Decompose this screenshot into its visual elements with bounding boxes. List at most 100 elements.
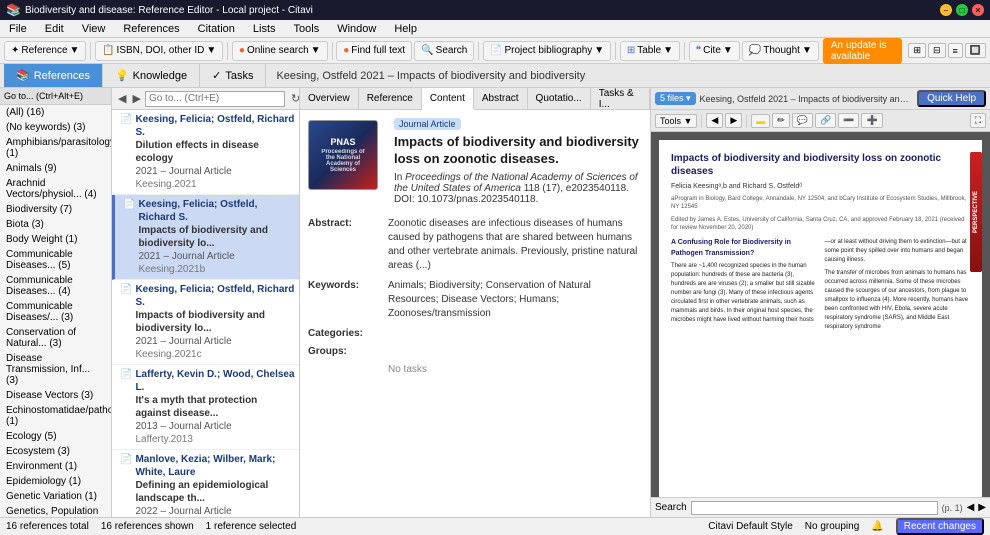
keyword-conservation[interactable]: Conservation of Natural... (3) — [0, 325, 111, 351]
toolbar-extra-3[interactable]: ≡ — [948, 43, 963, 58]
tab-content[interactable]: Content — [422, 88, 474, 110]
ref-item-1[interactable]: 📄 Keesing, Felicia; Ostfeld, Richard S. … — [112, 110, 299, 195]
nav-right-icon[interactable]: ▶ — [978, 502, 986, 513]
bell-icon: 🔔 — [871, 521, 883, 532]
keyword-disease-transmission[interactable]: Disease Transmission, Inf... (3) — [0, 351, 111, 388]
keyword-disease-vectors[interactable]: Disease Vectors (3) — [0, 388, 111, 403]
ref-item-2[interactable]: 📄 Keesing, Felicia; Ostfeld, Richard S. … — [112, 195, 299, 280]
pdf-section2-text: The transfer of microbes from animals to… — [825, 269, 971, 332]
keyword-arachnid[interactable]: Arachnid Vectors/physiol... (4) — [0, 176, 111, 202]
pdf-page: PERSPECTIVE Impacts of biodiversity and … — [659, 140, 982, 497]
ref-item-5[interactable]: 📄 Manlove, Kezia; Wilber, Mark; White, L… — [112, 450, 299, 520]
categories-row: Categories: — [308, 327, 642, 339]
keyword-all[interactable]: (All) (16) — [0, 105, 111, 120]
files-badge: 5 files ▾ — [655, 92, 696, 105]
pdf-annotate-btn[interactable]: ✏ — [772, 113, 790, 128]
tab-quotation[interactable]: Quotatio... — [528, 88, 591, 109]
quick-help-button[interactable]: Quick Help — [917, 90, 986, 107]
back-arrow[interactable]: ◀ — [116, 92, 128, 105]
tab-abstract[interactable]: Abstract — [474, 88, 528, 109]
menu-help[interactable]: Help — [389, 22, 422, 36]
pdf-panel: 5 files ▾ Keesing, Ostfeld 2021 – Impact… — [650, 88, 990, 535]
pdf-section1-title: A Confusing Role for Biodiversity in Pat… — [671, 238, 817, 259]
keyword-animals[interactable]: Animals (9) — [0, 161, 111, 176]
isbn-doi-button[interactable]: 📋 ISBN, DOI, other ID ▼ — [95, 41, 223, 61]
online-search-button[interactable]: ● Online search ▼ — [232, 41, 328, 61]
chevron-down-online: ▼ — [311, 45, 321, 56]
keyword-comm3[interactable]: Communicable Diseases/... (3) — [0, 299, 111, 325]
tab-references[interactable]: 📚 References — [4, 64, 103, 87]
keyword-comm1[interactable]: Communicable Diseases... (5) — [0, 247, 111, 273]
recent-changes-button[interactable]: Recent changes — [896, 518, 984, 535]
minimize-button[interactable]: − — [940, 4, 952, 16]
forward-arrow[interactable]: ▶ — [130, 92, 142, 105]
pdf-zoom-in-btn[interactable]: ➕ — [861, 113, 882, 128]
maximize-button[interactable]: □ — [956, 4, 968, 16]
keyword-biota[interactable]: Biota (3) — [0, 217, 111, 232]
cite-button[interactable]: ❝ Cite ▼ — [689, 41, 740, 61]
search-button[interactable]: 🔍 Search — [414, 41, 474, 61]
toolbar-extra-4[interactable]: 🔲 — [965, 43, 986, 58]
menu-view[interactable]: View — [77, 22, 111, 36]
ref-item-3[interactable]: 📄 Keesing, Felicia; Ostfeld, Richard S. … — [112, 280, 299, 365]
pdf-comment-btn[interactable]: 💬 — [792, 113, 813, 128]
menu-citation[interactable]: Citation — [193, 22, 240, 36]
pdf-forward-btn[interactable]: ▶ — [725, 113, 742, 128]
find-fulltext-button[interactable]: ● Find full text — [336, 41, 412, 61]
keyword-ecology[interactable]: Ecology (5) — [0, 429, 111, 444]
keyword-bodyweight[interactable]: Body Weight (1) — [0, 232, 111, 247]
keyword-nokeywords[interactable]: (No keywords) (3) — [0, 120, 111, 135]
menu-file[interactable]: File — [4, 22, 32, 36]
menu-references[interactable]: References — [118, 22, 184, 36]
menu-window[interactable]: Window — [332, 22, 381, 36]
keyword-ecosystem[interactable]: Ecosystem (3) — [0, 444, 111, 459]
goto-input[interactable] — [145, 91, 285, 107]
toolbar-sep6 — [684, 42, 685, 60]
pdf-zoom-out-btn[interactable]: ➖ — [838, 113, 859, 128]
menu-lists[interactable]: Lists — [248, 22, 281, 36]
tab-overview[interactable]: Overview — [300, 88, 359, 109]
keyword-genetic-variation[interactable]: Genetic Variation (1) — [0, 489, 111, 504]
toolbar-extra-1[interactable]: ⊞ — [908, 43, 926, 58]
refs-toolbar: ◀ ▶ ↻ ≡ — [112, 88, 299, 110]
keyword-comm2[interactable]: Communicable Diseases... (4) — [0, 273, 111, 299]
bibliography-button[interactable]: 📄 Project bibliography ▼ — [483, 41, 611, 61]
close-button[interactable]: ✕ — [972, 4, 984, 16]
table-button[interactable]: ⊞ Table ▼ — [620, 41, 680, 61]
keyword-echino[interactable]: Echinostomatidae/patho... (1) — [0, 403, 111, 429]
pdf-text-columns: A Confusing Role for Biodiversity in Pat… — [671, 238, 970, 332]
nav-left-icon[interactable]: ◀ — [967, 502, 975, 513]
article-header: PNAS Proceedings ofthe NationalAcademy o… — [308, 118, 642, 209]
pdf-highlight-btn[interactable]: ▬ — [751, 114, 770, 128]
search-label: Search — [655, 502, 687, 513]
title-bar-left: 📚 Biodiversity and disease: Reference Ed… — [6, 3, 313, 17]
pdf-link-btn[interactable]: 🔗 — [815, 113, 836, 128]
update-banner[interactable]: An update is available — [823, 38, 903, 64]
menu-tools[interactable]: Tools — [289, 22, 325, 36]
groups-value — [388, 345, 642, 357]
pdf-fullscreen-btn[interactable]: ⛶ — [970, 113, 986, 128]
tab-tasks[interactable]: Tasks & I... — [591, 88, 650, 109]
thought-button[interactable]: 💭 Thought ▼ — [742, 41, 819, 61]
no-tasks-label: No tasks — [388, 363, 642, 377]
toolbar-extra-2[interactable]: ⊟ — [928, 43, 946, 58]
tools-dropdown[interactable]: Tools ▼ — [655, 114, 697, 128]
pdf-top-bar: 5 files ▾ Keesing, Ostfeld 2021 – Impact… — [651, 88, 990, 110]
tab-knowledge[interactable]: 💡 Knowledge — [103, 64, 200, 87]
categories-value — [388, 327, 642, 339]
pdf-back-btn[interactable]: ◀ — [706, 113, 723, 128]
keyword-epidemiology[interactable]: Epidemiology (1) — [0, 474, 111, 489]
menu-edit[interactable]: Edit — [40, 22, 69, 36]
reference-button[interactable]: ✦ Reference ▼ — [4, 41, 86, 61]
journal-icon-4: 📄 — [120, 368, 132, 381]
status-selected: 1 reference selected — [206, 521, 297, 532]
keyword-biodiversity[interactable]: Biodiversity (7) — [0, 202, 111, 217]
pdf-search-input[interactable] — [691, 501, 938, 515]
keyword-amphibians[interactable]: Amphibians/parasitology... (1) — [0, 135, 111, 161]
ref-item-4[interactable]: 📄 Lafferty, Kevin D.; Wood, Chelsea L. I… — [112, 365, 299, 450]
article-title-block: Journal Article Impacts of biodiversity … — [394, 118, 642, 209]
tab-tasks[interactable]: ✓ Tasks — [200, 64, 266, 87]
status-shown: 16 references shown — [101, 521, 194, 532]
keyword-environment[interactable]: Environment (1) — [0, 459, 111, 474]
tab-reference[interactable]: Reference — [359, 88, 422, 109]
